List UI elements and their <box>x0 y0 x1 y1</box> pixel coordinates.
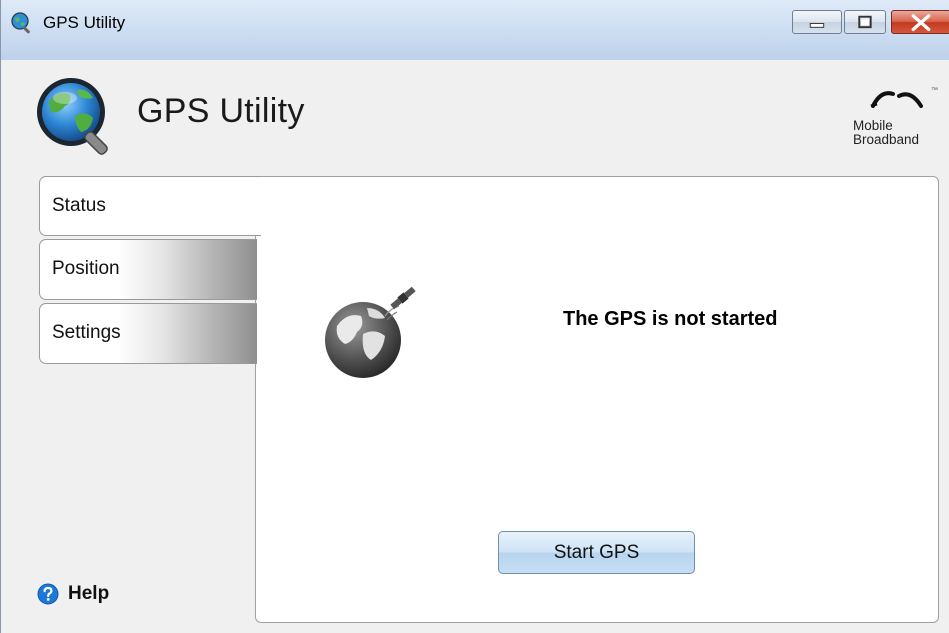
brand-text: Mobile Broadband <box>853 119 919 147</box>
tab-settings-label: Settings <box>52 322 121 343</box>
gps-status-text: The GPS is not started <box>563 308 778 330</box>
globe-magnifier-icon <box>11 12 30 34</box>
maximize-icon <box>858 15 872 29</box>
minimize-button[interactable] <box>792 10 842 34</box>
question-circle-icon <box>37 583 59 605</box>
brand-line-1: Mobile <box>853 118 893 133</box>
help-label: Help <box>68 583 110 604</box>
tab-status-label: Status <box>52 195 106 216</box>
tab-position-label: Position <box>52 258 120 279</box>
window-title: GPS Utility <box>43 13 126 32</box>
mobile-broadband-logo: ™ Mobile Broadband <box>851 84 943 154</box>
broadband-arcs-icon: ™ <box>870 87 938 108</box>
tab-position[interactable]: Position <box>39 239 257 300</box>
start-gps-button[interactable]: Start GPS <box>498 531 695 574</box>
title-bar[interactable]: GPS Utility <box>1 0 949 60</box>
maximize-button[interactable] <box>844 10 886 34</box>
gps-utility-window: GPS Utility GPS Utility ™ Mobile Broadba… <box>0 0 949 633</box>
brand-line-2: Broadband <box>853 132 920 147</box>
close-icon <box>911 14 931 31</box>
app-title: GPS Utility <box>137 92 305 130</box>
svg-text:™: ™ <box>931 87 938 94</box>
tab-settings[interactable]: Settings <box>39 303 257 364</box>
tab-status[interactable]: Status <box>39 176 261 236</box>
minimize-icon <box>809 22 825 28</box>
close-button[interactable] <box>891 10 949 34</box>
globe-satellite-icon <box>325 286 416 378</box>
globe-magnifier-icon <box>37 78 108 155</box>
